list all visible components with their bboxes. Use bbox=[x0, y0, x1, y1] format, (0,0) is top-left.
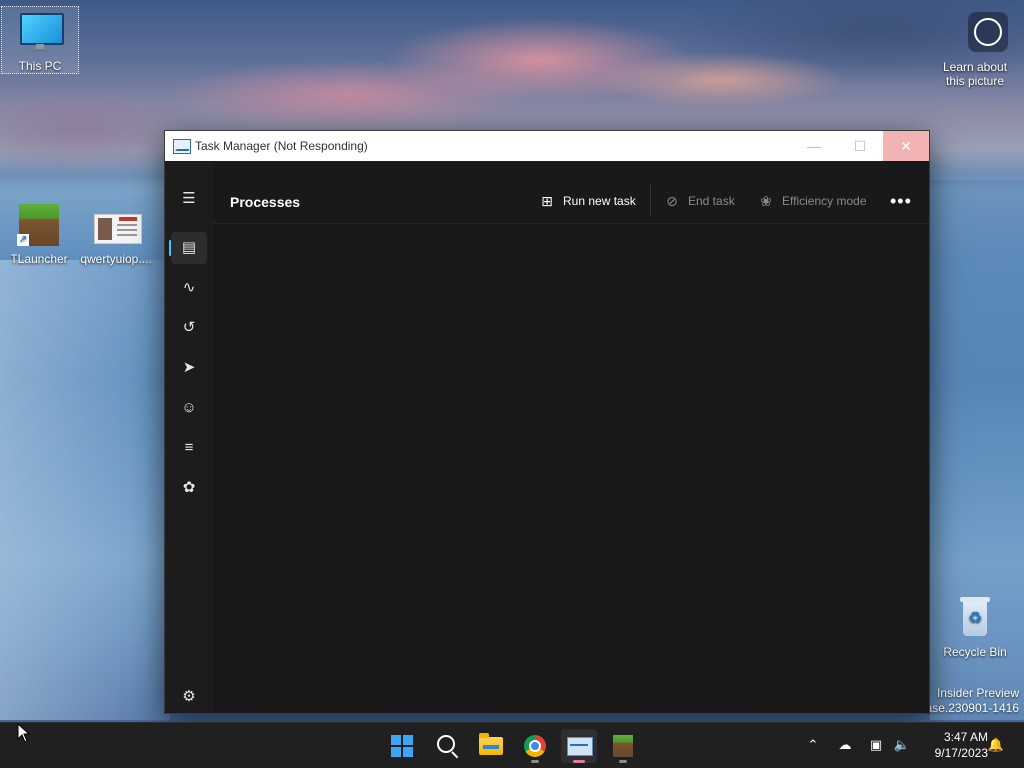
startup-apps-icon[interactable]: ➤ bbox=[171, 352, 207, 384]
run-new-task-icon: ⊞ bbox=[541, 193, 553, 209]
learn-about-picture-icon[interactable]: Learn about this picture bbox=[937, 12, 1013, 88]
end-task-icon: ⊘ bbox=[666, 193, 678, 209]
hamburger-menu-icon[interactable]: ☰ bbox=[171, 183, 207, 215]
volume-muted-icon[interactable]: 🔈 bbox=[892, 735, 912, 755]
windows-logo-icon bbox=[391, 735, 413, 757]
network-icon[interactable]: ▣ bbox=[866, 735, 886, 755]
app-history-icon[interactable]: ↺ bbox=[171, 312, 207, 344]
chrome-icon bbox=[524, 735, 546, 757]
chrome-button[interactable] bbox=[517, 729, 553, 763]
close-button[interactable]: ✕ bbox=[883, 131, 929, 161]
document-desktop-icon[interactable]: qwertyuiop.... bbox=[78, 204, 154, 266]
command-separator bbox=[650, 184, 651, 216]
desktop-icon-label: This PC bbox=[18, 59, 62, 73]
insider-watermark-line2: ase.230901-1416 bbox=[925, 701, 1019, 715]
task-manager-icon bbox=[567, 737, 593, 756]
title-bar[interactable]: Task Manager (Not Responding) — ☐ ✕ bbox=[165, 131, 929, 161]
task-manager-body: ☰ ▤ ∿ ↺ ➤ ☺ ≡ ✿ ⚙ Processes ⊞ Run new ta… bbox=[165, 161, 929, 713]
settings-icon[interactable]: ⚙ bbox=[171, 681, 207, 713]
services-icon[interactable]: ✿ bbox=[171, 472, 207, 504]
onedrive-icon[interactable]: ☁ bbox=[835, 735, 855, 755]
learn-label-line1: Learn about bbox=[942, 60, 1008, 74]
details-icon[interactable]: ≡ bbox=[171, 432, 207, 464]
file-explorer-icon bbox=[479, 733, 503, 755]
recycle-bin-desktop-icon[interactable]: ♻ Recycle Bin bbox=[937, 597, 1013, 659]
task-manager-icon bbox=[173, 139, 191, 154]
minecraft-grass-block-icon: ↗ bbox=[17, 204, 61, 248]
this-pc-desktop-icon[interactable]: This PC bbox=[1, 6, 79, 74]
insider-watermark-line1: Insider Preview bbox=[936, 686, 1019, 700]
file-explorer-button[interactable] bbox=[473, 729, 509, 763]
search-icon bbox=[437, 735, 455, 753]
shortcut-arrow-icon: ↗ bbox=[17, 234, 29, 246]
recycle-bin-icon: ♻ bbox=[953, 597, 997, 641]
minecraft-taskbar-button[interactable] bbox=[605, 729, 641, 763]
background-mist bbox=[0, 260, 170, 720]
search-button[interactable] bbox=[429, 729, 465, 763]
efficiency-mode-button[interactable]: ❀ Efficiency mode bbox=[758, 188, 867, 214]
desktop-icon-label: TLauncher bbox=[10, 252, 68, 266]
taskbar: ⌃ ☁ ▣ 🔈 3:47 AM 9/17/2023 🔔 bbox=[0, 722, 1024, 768]
page-title: Processes bbox=[230, 194, 301, 210]
clock-time: 3:47 AM bbox=[943, 730, 988, 744]
window-title: Task Manager (Not Responding) bbox=[195, 139, 368, 153]
monitor-icon bbox=[18, 11, 64, 55]
minimize-button[interactable]: — bbox=[791, 131, 837, 161]
camera-info-icon bbox=[953, 12, 1008, 56]
tlauncher-desktop-icon[interactable]: ↗ TLauncher bbox=[1, 204, 77, 266]
show-hidden-icons-chevron-icon[interactable]: ⌃ bbox=[803, 735, 823, 755]
start-button[interactable] bbox=[384, 729, 420, 763]
processes-page: Processes ⊞ Run new task ⊘ End task ❀ Ef… bbox=[213, 161, 929, 713]
more-options-button[interactable]: ••• bbox=[890, 188, 912, 214]
navigation-pane: ☰ ▤ ∿ ↺ ➤ ☺ ≡ ✿ ⚙ bbox=[165, 161, 213, 713]
learn-label-line2: this picture bbox=[945, 74, 1005, 88]
leaf-icon: ❀ bbox=[760, 193, 772, 209]
task-manager-window: Task Manager (Not Responding) — ☐ ✕ ☰ ▤ … bbox=[164, 130, 930, 714]
mouse-cursor-icon bbox=[17, 723, 31, 743]
notification-bell-icon[interactable]: 🔔 bbox=[986, 735, 1006, 755]
end-task-button[interactable]: ⊘ End task bbox=[664, 188, 735, 214]
clock-date: 9/17/2023 bbox=[934, 746, 988, 760]
minecraft-icon bbox=[613, 735, 633, 757]
run-new-task-label: Run new task bbox=[563, 194, 636, 208]
task-manager-taskbar-button[interactable] bbox=[561, 729, 597, 763]
end-task-label: End task bbox=[688, 194, 735, 208]
maximize-button[interactable]: ☐ bbox=[837, 131, 883, 161]
desktop-icon-label: Recycle Bin bbox=[943, 645, 1007, 659]
clock[interactable]: 3:47 AM 9/17/2023 bbox=[920, 729, 988, 761]
document-thumbnail-icon bbox=[94, 204, 142, 248]
run-new-task-button[interactable]: ⊞ Run new task bbox=[539, 188, 636, 214]
desktop-icon-label: qwertyuiop.... bbox=[80, 252, 152, 266]
command-bar: Processes ⊞ Run new task ⊘ End task ❀ Ef… bbox=[213, 161, 929, 224]
users-icon[interactable]: ☺ bbox=[171, 392, 207, 424]
efficiency-mode-label: Efficiency mode bbox=[782, 194, 867, 208]
processes-icon[interactable]: ▤ bbox=[171, 232, 207, 264]
performance-icon[interactable]: ∿ bbox=[171, 272, 207, 304]
